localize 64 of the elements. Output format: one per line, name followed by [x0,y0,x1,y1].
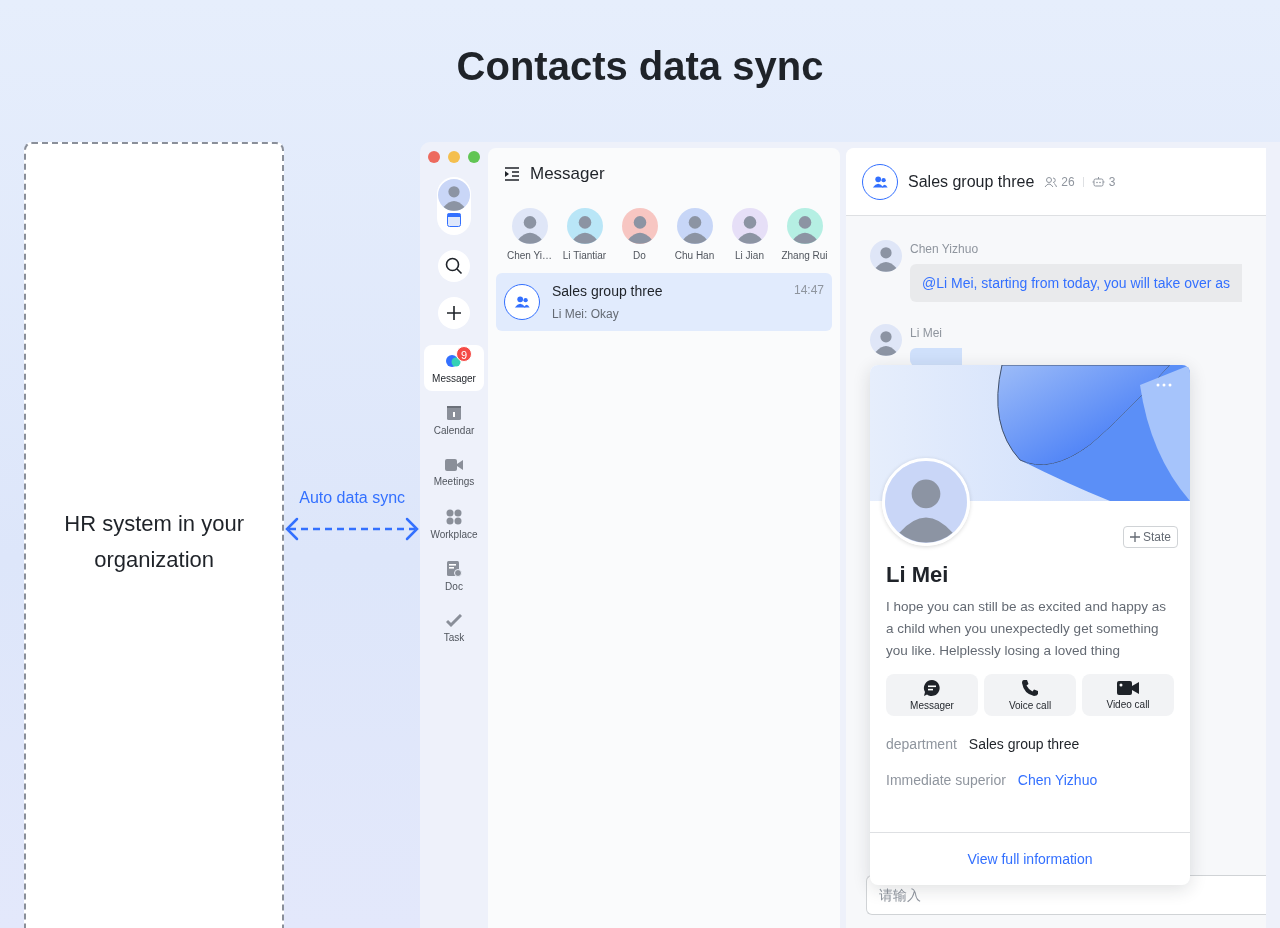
nav-item[interactable]: Messager 9 [424,345,484,391]
field-link[interactable]: Chen Yizhuo [1017,772,1098,788]
action-button[interactable]: Voice call [984,674,1076,716]
calendar-icon [447,213,461,227]
search-button[interactable] [438,250,470,282]
check-icon [446,613,462,628]
minimize-dot[interactable] [448,151,460,163]
sender-name: Chen Yizhuo [910,242,980,256]
view-info-link[interactable]: View full information [967,851,1093,867]
profile-pill[interactable] [437,177,471,235]
group-avatar-icon [862,163,898,200]
contact-name[interactable]: Do [633,250,646,261]
document-icon [446,560,462,577]
avatar [870,240,902,272]
headline: Contacts data sync [456,43,824,89]
chat-bubble-icon [923,679,941,697]
sync-label: Auto data sync [299,489,406,507]
state-button[interactable]: State [1122,526,1178,548]
video-camera-icon [1117,680,1139,696]
contact-name[interactable]: Chen Yi… [507,250,552,261]
panel-title: Messager [530,164,605,184]
nav-item[interactable]: Meetings [424,449,484,495]
contact-name[interactable]: Li Jian [735,250,764,261]
nav-item[interactable]: Task [424,605,484,651]
field-value: Sales group three [968,736,1080,752]
plus-icon [1129,532,1140,542]
plus-icon [446,305,462,321]
sender-name: Li Mei [910,326,943,340]
chat-icon [445,352,463,369]
avatar [438,179,470,211]
sidebar-toggle-icon[interactable] [504,167,520,181]
member-count: 26 [1061,174,1075,189]
robot-icon [1091,175,1105,188]
contact-name[interactable]: Chu Han [674,250,715,261]
double-arrow-icon [285,517,420,541]
profile-bio: I hope you can still be as excited and happy as a child when you unexpectedly get something you like. Helplessly losing a loved thing [886,598,1167,660]
field-label: department [886,736,957,752]
action-button[interactable]: Video call [1082,674,1174,716]
video-icon [445,457,463,472]
nav-item[interactable]: Calendar [424,397,484,443]
close-dot[interactable] [428,151,440,163]
contact-name[interactable]: Li Tiantiar [562,250,607,261]
profile-name: Li Mei [886,562,950,588]
nav-item[interactable]: Workplace [424,501,484,547]
chat-title: Sales group three [908,172,1035,191]
phone-icon [1021,679,1039,697]
field-label: Immediate superior [886,772,1006,788]
contact-name[interactable]: Zhang Rui [781,250,828,261]
avatar [870,324,902,356]
calendar-icon [446,404,462,421]
grid-icon [446,508,462,525]
action-button[interactable]: Messager [886,674,978,716]
unread-badge: 9 [456,346,472,362]
group-avatar-icon [504,284,540,320]
bot-count: 3 [1108,174,1116,189]
message-bubble [910,348,962,366]
chat-item[interactable]: Sales group three Li Mei: Okay 14:47 [496,273,832,331]
zoom-dot[interactable] [468,151,480,163]
panel-label: HR system in your organization [63,510,245,574]
message-bubble: @Li Mei, starting from today, you will take over as [910,264,1243,302]
nav-item[interactable]: Doc [424,553,484,599]
members-icon [1044,175,1058,188]
search-icon [445,257,463,275]
add-button[interactable] [438,297,470,329]
